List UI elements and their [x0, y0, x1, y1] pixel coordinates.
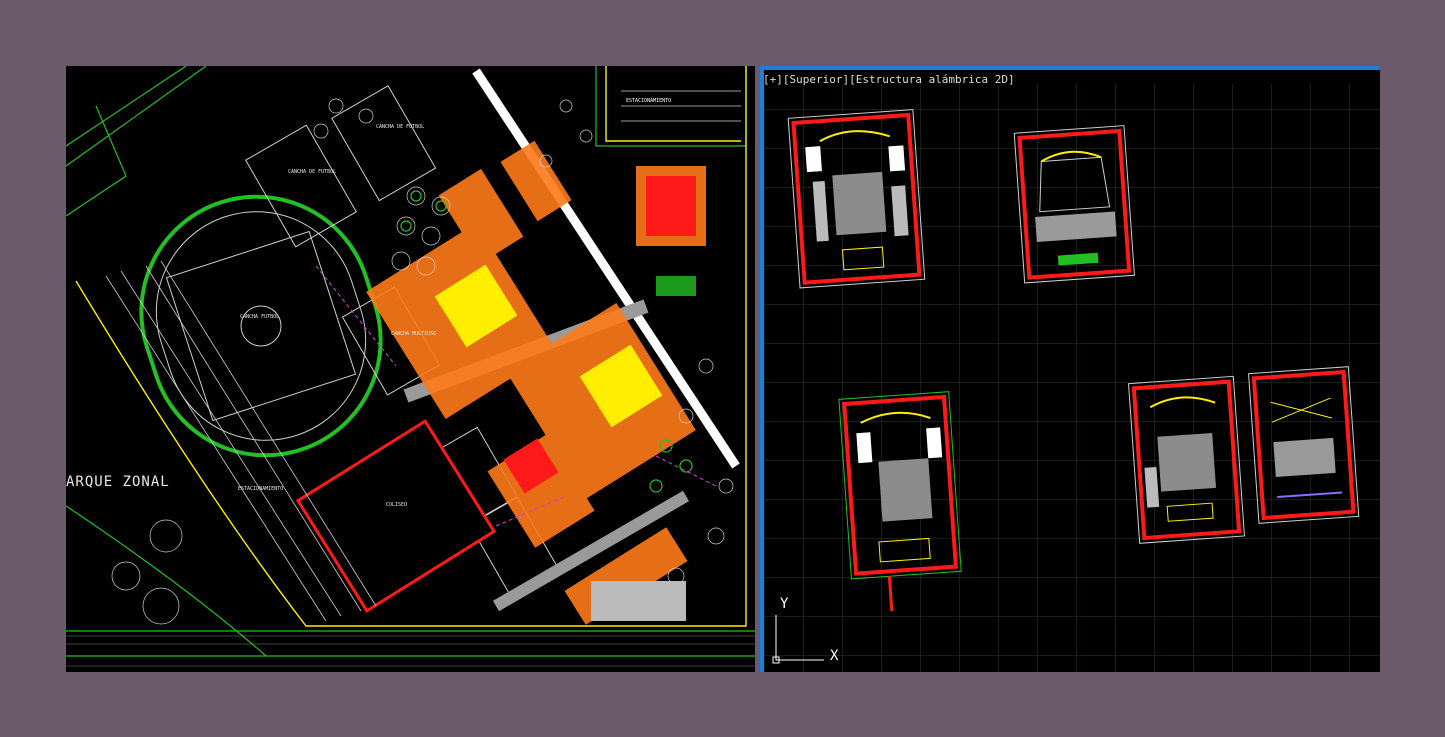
- ucs-x-label: X: [830, 648, 839, 664]
- field-label-1: CANCHA DE FUTBOL: [288, 169, 337, 175]
- coliseo-outline: [295, 419, 497, 613]
- field-label-4: CANCHA MULTIUSO: [391, 331, 437, 337]
- field-label-3: CANCHA FUTBOL: [240, 314, 280, 320]
- site-plan-drawing: [66, 66, 755, 667]
- viewport-header[interactable]: [+][Superior][Estructura alámbrica 2D]: [764, 73, 1015, 86]
- parking-label-top: ESTACIONAMIENTO: [626, 98, 672, 104]
- parking-label-bottom: ESTACIONAMIENTO: [238, 486, 284, 492]
- wireframe-viewport[interactable]: [+][Superior][Estructura alámbrica 2D] Y…: [760, 66, 1380, 672]
- site-plan-viewport[interactable]: ARQUE ZONAL ESTACIONAMIENTO CANCHA DE FU…: [66, 66, 755, 672]
- coliseo-label: COLISEO: [386, 502, 408, 508]
- ucs-y-label: Y: [780, 596, 789, 612]
- zone-label: ARQUE ZONAL: [66, 474, 170, 490]
- wireframe-drawing: [764, 84, 1380, 672]
- field-label-2: CANCHA DE FUTBOL: [376, 124, 425, 130]
